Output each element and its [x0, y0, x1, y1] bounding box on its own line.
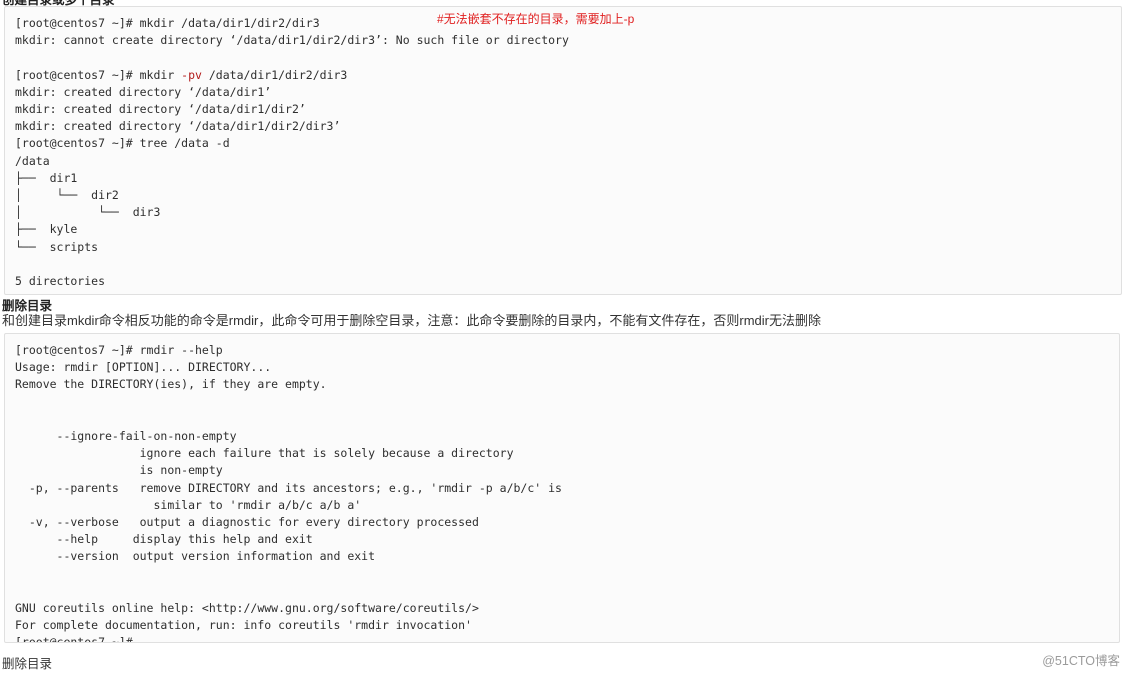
terminal-line: ├── kyle: [15, 222, 78, 237]
terminal-line: ignore each failure that is solely becau…: [15, 446, 514, 461]
terminal-line: └── scripts: [15, 239, 99, 254]
terminal-line: [root@centos7 ~]# tree /data -d: [15, 136, 230, 151]
terminal-line: -v, --verbose output a diagnostic for ev…: [15, 515, 479, 530]
terminal-line: GNU coreutils online help: <http://www.g…: [15, 601, 479, 616]
terminal-line: /data: [15, 153, 50, 168]
terminal-line: --version output version information and…: [15, 549, 376, 564]
terminal-line: --help display this help and exit: [15, 532, 313, 547]
page-root: 创建目录或多个目录 [root@centos7 ~]# mkdir /data/…: [0, 0, 1129, 675]
site-watermark: @51CTO博客: [1042, 654, 1120, 668]
terminal-line: mkdir: created directory ‘/data/dir1’: [15, 84, 272, 99]
terminal-line: [root@centos7 ~]# mkdir -pv /data/dir1/d…: [15, 67, 1111, 84]
terminal-line: mkdir: created directory ‘/data/dir1/dir…: [15, 102, 306, 117]
terminal-line: mkdir: created directory ‘/data/dir1/dir…: [15, 119, 341, 134]
terminal-line: For complete documentation, run: info co…: [15, 618, 472, 633]
terminal-line: mkdir: cannot create directory ‘/data/di…: [15, 33, 569, 48]
terminal-line: Usage: rmdir [OPTION]... DIRECTORY...: [15, 360, 272, 375]
terminal-line: --ignore-fail-on-non-empty: [15, 429, 237, 444]
terminal-block-mkdir-content: [root@centos7 ~]# mkdir /data/dir1/dir2/…: [5, 7, 1121, 294]
terminal-block-mkdir: [root@centos7 ~]# mkdir /data/dir1/dir2/…: [4, 6, 1122, 295]
terminal-line: ├── dir1: [15, 170, 78, 185]
terminal-line-text: /data/dir1/dir2/dir3: [201, 67, 348, 82]
command-option: -pv: [181, 67, 202, 82]
terminal-line: [root@centos7 ~]#: [15, 635, 133, 643]
terminal-line: -p, --parents remove DIRECTORY and its a…: [15, 480, 562, 495]
terminal-block-rmdir-help-content: [root@centos7 ~]# rmdir --help Usage: rmd…: [5, 334, 1119, 643]
terminal-line: is non-empty: [15, 463, 223, 478]
terminal-line-text: [root@centos7 ~]# mkdir: [15, 67, 182, 82]
terminal-line: │ └── dir3: [15, 205, 161, 220]
delete-section-paragraph: 和创建目录mkdir命令相反功能的命令是rmdir，此命令可用于删除空目录，注意…: [2, 313, 821, 328]
bottom-caption: 删除目录: [2, 657, 53, 671]
terminal-line: similar to 'rmdir a/b/c a/b a': [15, 497, 362, 512]
terminal-block-rmdir-help: [root@centos7 ~]# rmdir --help Usage: rmd…: [4, 333, 1120, 643]
terminal-line: Remove the DIRECTORY(ies), if they are e…: [15, 377, 327, 392]
terminal-line: 5 directories: [15, 274, 106, 289]
terminal-line: │ └── dir2: [15, 188, 119, 203]
terminal-line: [root@centos7 ~]# rmdir --help: [15, 343, 223, 357]
mkdir-note-annotation: #无法嵌套不存在的目录，需要加上-p: [437, 12, 635, 26]
